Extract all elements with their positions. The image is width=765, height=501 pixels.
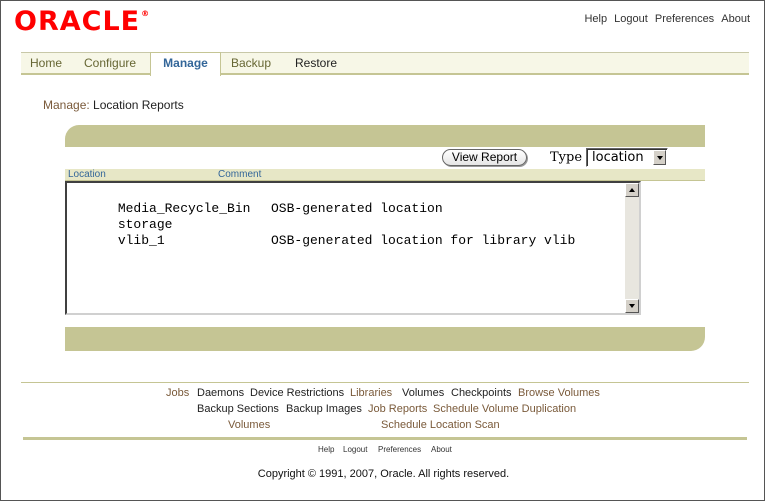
scroll-down-icon[interactable]	[625, 299, 639, 313]
footer-link-checkpoints[interactable]: Checkpoints	[451, 387, 512, 399]
footer-link-schedule-volume-duplication[interactable]: Schedule Volume Duplication	[433, 403, 576, 415]
row-location: vlib_1	[117, 233, 165, 248]
page-title: Location Reports	[93, 98, 184, 112]
column-location-header: Location	[68, 169, 106, 180]
preferences-link[interactable]: Preferences	[655, 13, 714, 25]
footer-link-schedule-location-scan[interactable]: Schedule Location Scan	[381, 419, 500, 431]
oracle-logo: ORACLE®	[14, 6, 151, 37]
type-select-value: location	[592, 150, 644, 165]
row-comment: OSB-generated location	[271, 201, 443, 216]
tab-backup[interactable]: Backup	[231, 53, 271, 74]
type-select[interactable]: location	[586, 148, 668, 167]
footer-link-device-restrictions[interactable]: Device Restrictions	[250, 387, 344, 399]
footer-link-volumes[interactable]: Volumes	[402, 387, 444, 399]
tab-restore[interactable]: Restore	[295, 53, 337, 74]
type-label: Type	[550, 150, 583, 165]
about-link[interactable]: About	[721, 13, 750, 25]
footer-link-backup-images[interactable]: Backup Images	[286, 403, 362, 415]
page-frame: ORACLE® Help Logout Preferences About Ho…	[0, 0, 765, 501]
footer-link-jobs[interactable]: Jobs	[166, 387, 189, 399]
footer-logout-link[interactable]: Logout	[343, 445, 367, 454]
footer-link-daemons[interactable]: Daemons	[197, 387, 244, 399]
view-report-button[interactable]: View Report	[442, 149, 527, 166]
footer-preferences-link[interactable]: Preferences	[378, 445, 421, 454]
content-band-bottom	[65, 327, 705, 351]
column-header: Location Comment	[65, 169, 705, 181]
tab-manage[interactable]: Manage	[150, 52, 221, 76]
report-output-textarea[interactable]: Media_Recycle_Bin OSB-generated location …	[65, 181, 641, 315]
chevron-down-icon[interactable]	[653, 150, 666, 165]
column-comment-header: Comment	[218, 169, 262, 180]
scroll-up-icon[interactable]	[625, 183, 639, 197]
vertical-scrollbar[interactable]	[625, 183, 639, 313]
footer-help-link[interactable]: Help	[318, 445, 334, 454]
footer-link-volumes-2[interactable]: Volumes	[228, 419, 270, 431]
report-row: vlib_1 OSB-generated location for library…	[71, 217, 575, 265]
tab-bar: Home Configure Manage Backup Restore	[21, 52, 749, 76]
breadcrumb: Manage: Location Reports	[43, 98, 184, 112]
global-links: Help Logout Preferences About	[580, 13, 750, 25]
footer-divider-thick	[23, 437, 747, 440]
row-comment: OSB-generated location for library vlib	[271, 233, 576, 248]
content-band-top	[65, 125, 705, 147]
tab-configure[interactable]: Configure	[84, 53, 136, 74]
footer-about-link[interactable]: About	[431, 445, 452, 454]
tab-home[interactable]: Home	[30, 53, 62, 74]
help-link[interactable]: Help	[584, 13, 607, 25]
footer-link-browse-volumes[interactable]: Browse Volumes	[518, 387, 600, 399]
logout-link[interactable]: Logout	[614, 13, 648, 25]
footer-link-backup-sections[interactable]: Backup Sections	[197, 403, 279, 415]
copyright-text: Copyright © 1991, 2007, Oracle. All righ…	[257, 468, 510, 480]
footer-link-libraries[interactable]: Libraries	[350, 387, 392, 399]
footer-divider	[21, 382, 749, 383]
breadcrumb-manage-link[interactable]: Manage:	[43, 98, 90, 112]
footer-link-job-reports[interactable]: Job Reports	[368, 403, 427, 415]
